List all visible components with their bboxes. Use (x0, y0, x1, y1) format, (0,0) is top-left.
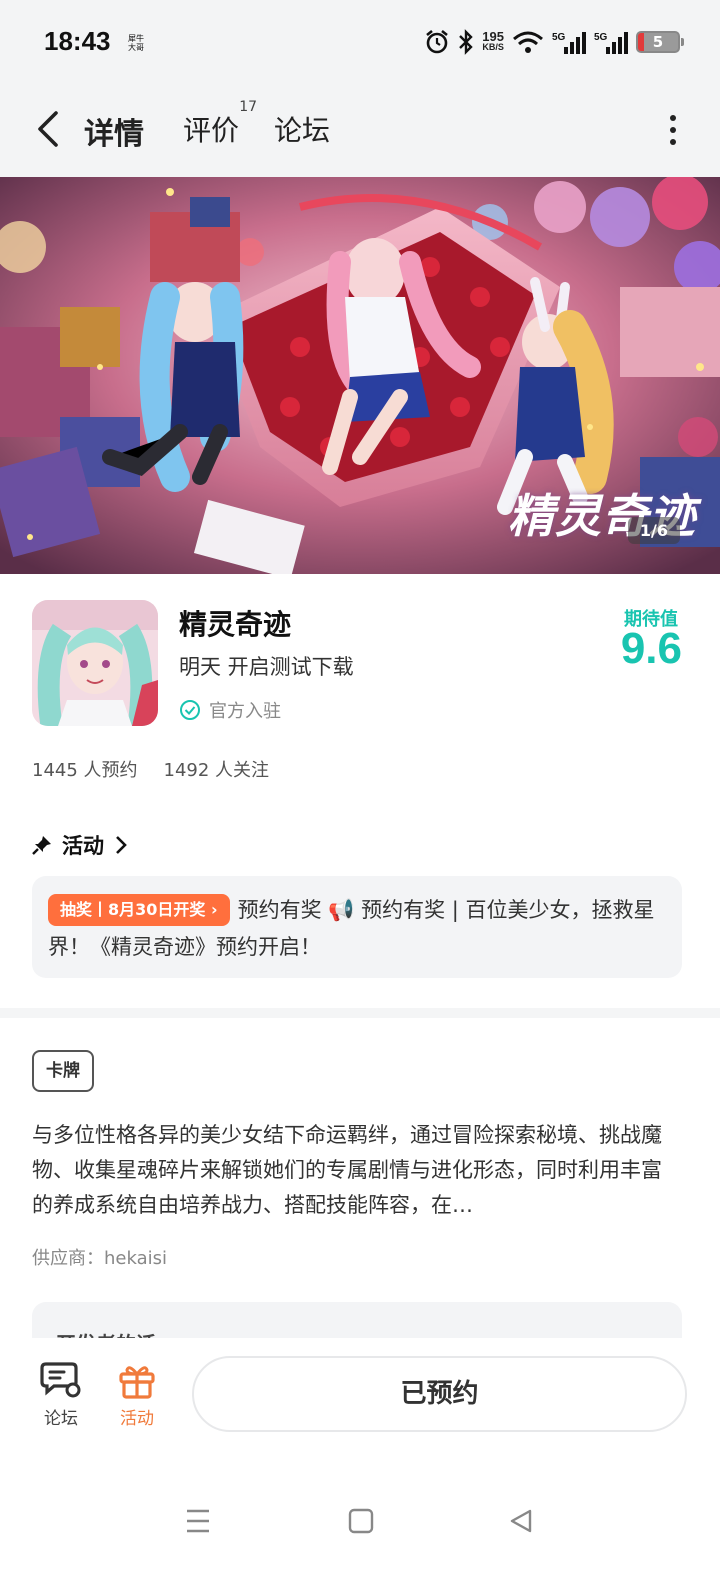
back-arrow-icon[interactable] (32, 109, 68, 149)
pin-icon (32, 836, 51, 855)
supplier-info: 供应商：hekaisi (32, 1248, 167, 1269)
tab-forum[interactable]: 论坛 (274, 109, 330, 149)
review-count: 17 (239, 99, 258, 115)
forum-chat-icon (40, 1362, 81, 1398)
svg-text:5G: 5G (594, 32, 608, 43)
reservation-count: 1445 人预约 (32, 760, 138, 781)
activity-shortcut[interactable]: 活动 (107, 1360, 167, 1429)
activity-heading[interactable]: 活动 (32, 830, 128, 860)
more-options-icon[interactable] (668, 113, 678, 147)
banner-page-indicator: 1/6 (627, 517, 680, 544)
status-icons: 195 KB/S 5G 5G 5 (424, 26, 684, 58)
app-name: 精灵奇迹 (179, 608, 292, 641)
bottom-action-bar: 论坛 活动 已预约 (0, 1338, 720, 1448)
reserved-button[interactable]: 已预约 (192, 1356, 687, 1432)
follower-count: 1492 人关注 (163, 760, 270, 781)
nav-header: 详情 评价 17 论坛 (0, 85, 720, 177)
svg-text:5G: 5G (552, 32, 566, 43)
forum-shortcut[interactable]: 论坛 (31, 1360, 91, 1429)
chevron-right-icon (116, 836, 127, 854)
stats-row: 1445 人预约 1492 人关注 (32, 756, 269, 782)
official-badge: 官方入驻 (179, 697, 281, 723)
status-bar: 18:43 犀牛大哥 195 KB/S 5G 5G 5 (0, 0, 720, 85)
menu-icon[interactable] (185, 1508, 211, 1534)
lottery-tag[interactable]: 抽奖丨8月30日开奖 › (48, 894, 230, 926)
section-divider (0, 1008, 720, 1018)
signal-5g-icon: 5G (552, 32, 586, 54)
wifi-icon (513, 31, 543, 53)
status-time: 18:43 (44, 26, 111, 56)
network-speed: 195 KB/S (482, 29, 504, 52)
banner-carousel[interactable]: 精灵奇迹 1/6 (0, 177, 720, 574)
app-icon (32, 600, 158, 726)
tab-detail[interactable]: 详情 (80, 109, 148, 153)
back-triangle-icon[interactable] (508, 1508, 534, 1534)
activity-card[interactable]: 抽奖丨8月30日开奖 › 预约有奖 📢 预约有奖 | 百位美少女，拯救星界！《精灵… (32, 876, 682, 978)
gift-icon (119, 1366, 155, 1399)
signal-5g-icon-2: 5G (594, 32, 628, 54)
verified-check-icon (180, 700, 200, 720)
bluetooth-icon (459, 29, 473, 55)
system-nav-bar (0, 1448, 720, 1584)
home-icon[interactable] (348, 1508, 374, 1534)
app-release-status: 明天 开启测试下载 (179, 655, 354, 679)
expectation-score: 9.6 (620, 624, 682, 673)
genre-tag[interactable]: 卡牌 (32, 1050, 94, 1092)
battery-icon: 5 (636, 31, 684, 53)
alarm-icon (426, 29, 449, 54)
game-description[interactable]: 与多位性格各异的美少女结下命运羁绊，通过冒险探索秘境、挑战魔物、收集星魂碎片来解… (32, 1118, 682, 1223)
status-notification-text: 犀牛大哥 (128, 34, 144, 52)
tab-review[interactable]: 评价 17 (183, 99, 257, 149)
developer-note-card[interactable]: 开发者的话 (32, 1302, 682, 1342)
